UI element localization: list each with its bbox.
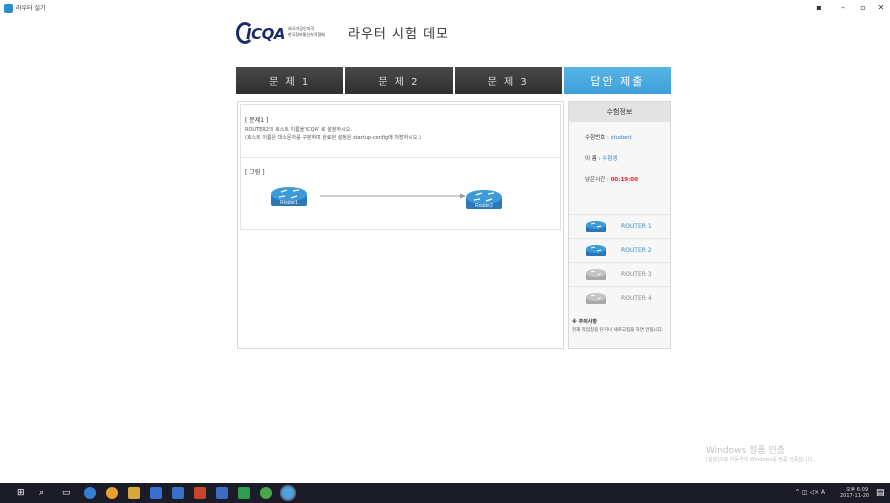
router-list: ROUTER 1 ROUTER 2 ROUTER 3 ROUTER 4 [569, 214, 670, 310]
activation-watermark-title: Windows 정품 인증 [706, 446, 786, 456]
submit-answer-button[interactable]: 답안 제출 [563, 67, 671, 94]
link-arrow-icon [460, 193, 466, 199]
word-icon[interactable] [216, 487, 228, 499]
notice-text: 현재 작업창을 닫거나 새로고침을 하면 안됩니다. [572, 328, 664, 333]
page-title: 라우터 시험 데모 [348, 27, 449, 42]
router-2-icon [586, 245, 606, 256]
exam-number-row: 수험번호 : student [585, 133, 632, 141]
name-row: 이 름 : 수험생 [585, 154, 617, 162]
router-4-label: ROUTER 4 [621, 295, 652, 302]
window-titlebar: 라우터 실기 ▪ – ▫ ✕ [0, 0, 890, 18]
router1-icon: Router1 [271, 187, 307, 206]
router-item-1[interactable]: ROUTER 1 [569, 214, 670, 238]
router2-label: Router2 [475, 203, 493, 209]
exam-number-label: 수험번호 : [585, 135, 611, 141]
extra-window-button[interactable]: ▪ [812, 3, 826, 13]
app-icon [4, 4, 13, 13]
excel-icon[interactable] [238, 487, 250, 499]
question-tabs: 문 제 1 문 제 2 문 제 3 답안 제출 [236, 67, 671, 94]
question-content: [ 문제1 ] ROUTER2의 호스트 이름을'ICQA' 로 설정하시오. … [240, 104, 561, 230]
clock-date[interactable]: 2017-11-20 [840, 493, 869, 499]
router-item-2[interactable]: ROUTER 2 [569, 238, 670, 262]
tab-question-2[interactable]: 문 제 2 [345, 67, 453, 94]
edge-browser-icon[interactable] [84, 487, 96, 499]
remaining-time-row: 남은시간 : 00:19:00 [585, 175, 638, 183]
close-button[interactable]: ✕ [874, 3, 888, 13]
chrome-browser-icon[interactable] [106, 487, 118, 499]
router-3-icon [586, 269, 606, 280]
app-green-icon[interactable] [260, 487, 272, 499]
name-value: 수험생 [602, 156, 618, 162]
tab-question-1[interactable]: 문 제 1 [236, 67, 344, 94]
remaining-time-value: 00:19:00 [610, 177, 638, 183]
question-panel: [ 문제1 ] ROUTER2의 호스트 이름을'ICQA' 로 설정하시오. … [237, 101, 564, 349]
file-explorer-icon[interactable] [128, 487, 140, 499]
router1-label: Router1 [280, 200, 298, 206]
page-header: ICQA ㈔국가공인자격 한국정보통신자격협회 라우터 시험 데모 [236, 20, 676, 44]
router-1-label: ROUTER 1 [621, 223, 652, 230]
minimize-button[interactable]: – [836, 3, 850, 13]
router-4-icon [586, 293, 606, 304]
exam-info-title: 수험정보 [569, 102, 670, 122]
active-app-icon[interactable] [282, 487, 294, 499]
router2-icon: Router2 [466, 190, 502, 209]
system-tray[interactable]: ^ ◫ ◁× A [795, 489, 825, 496]
clock-time[interactable]: 오후 6:09 [846, 486, 868, 493]
exam-number-value: student [610, 135, 632, 141]
task-view-icon[interactable]: ▭ [62, 487, 71, 499]
mail-icon[interactable] [172, 487, 184, 499]
router-3-label: ROUTER 3 [621, 271, 652, 278]
activation-watermark-text: [설정]으로 이동하여 Windows를 정품 인증합니다. [706, 457, 814, 463]
store-icon[interactable] [150, 487, 162, 499]
router-1-icon [586, 221, 606, 232]
remaining-time-label: 남은시간 : [585, 177, 611, 183]
tab-question-3[interactable]: 문 제 3 [454, 67, 562, 94]
window-title: 라우터 실기 [16, 5, 46, 12]
logo-text: ICQA [246, 25, 285, 43]
notice-title: ※ 주의사항 [572, 319, 598, 325]
search-icon[interactable]: ⌕ [39, 487, 44, 499]
logo-subtitle-2: 한국정보통신자격협회 [288, 32, 325, 37]
maximize-button[interactable]: ▫ [856, 3, 870, 13]
exam-info-panel: 수험정보 수험번호 : student 이 름 : 수험생 남은시간 : 00:… [568, 101, 671, 349]
router-2-label: ROUTER 2 [621, 247, 652, 254]
start-windows-icon[interactable]: ⊞ [17, 487, 25, 499]
powerpoint-icon[interactable] [194, 487, 206, 499]
notification-icon[interactable]: ▤ [876, 487, 885, 499]
name-label: 이 름 : [585, 156, 603, 162]
taskbar: ⊞ ⌕ ▭ ^ ◫ ◁× A 오후 6:09 2017-11-20 ▤ [0, 483, 890, 503]
topology-figure: Router1 Router2 [271, 187, 502, 209]
router-item-4[interactable]: ROUTER 4 [569, 286, 670, 310]
router-item-3[interactable]: ROUTER 3 [569, 262, 670, 286]
